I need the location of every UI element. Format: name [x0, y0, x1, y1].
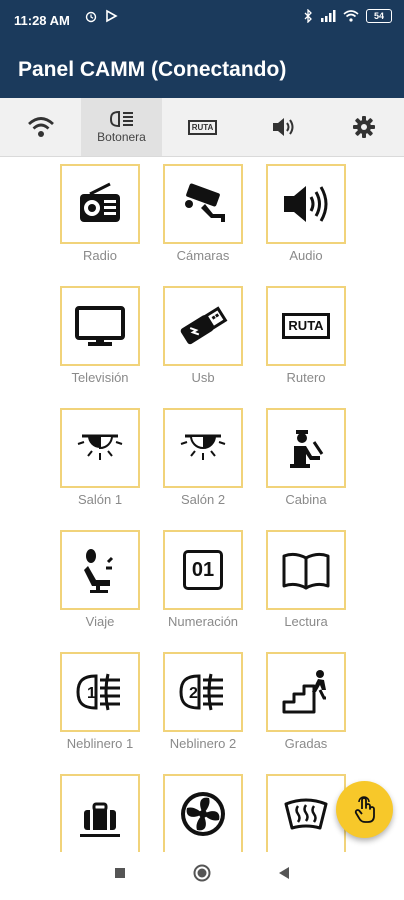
button-label: Numeración: [167, 614, 239, 629]
ruta-icon: RUTA: [282, 313, 330, 339]
defrost-icon: [284, 798, 328, 830]
ruta-badge: RUTA: [288, 318, 324, 333]
camera-icon: [185, 183, 225, 222]
tab-botonera[interactable]: Botonera: [81, 98, 162, 156]
tab-settings[interactable]: [324, 98, 404, 156]
button-label: Televisión: [71, 370, 129, 385]
btn-salon-1[interactable]: Salón 1: [48, 408, 152, 507]
tab-wifi[interactable]: [0, 98, 81, 156]
usb-icon: [180, 306, 228, 345]
speaker-icon: [284, 186, 328, 222]
button-label: Viaje: [85, 614, 115, 629]
touch-icon: [354, 795, 375, 823]
ceiling-lamp-icon: [180, 434, 226, 460]
home-icon: [193, 864, 211, 882]
book-icon: [282, 552, 330, 590]
ruta-badge: RUTA: [191, 122, 214, 132]
gear-icon: [353, 116, 375, 138]
number-icon: 01: [183, 550, 223, 590]
wifi-icon: [27, 117, 54, 137]
btn-rutero[interactable]: RUTA Rutero: [254, 286, 358, 385]
status-time: 11:28 AM: [14, 13, 70, 28]
btn-television[interactable]: Televisión: [48, 286, 152, 385]
button-label: Neblinero 2: [169, 736, 237, 751]
alarm-icon: [85, 11, 97, 23]
battery-level: 54: [373, 11, 384, 21]
play-store-icon: [106, 9, 118, 23]
fog-light-icon: 1: [76, 673, 120, 711]
btn-neblinero-2[interactable]: 2 Neblinero 2: [151, 652, 255, 751]
speaker-icon: [272, 118, 293, 136]
button-label: Salón 2: [180, 492, 226, 507]
btn-usb[interactable]: Usb: [151, 286, 255, 385]
btn-numeracion[interactable]: 01 Numeración: [151, 530, 255, 629]
btn-radio[interactable]: Radio: [48, 164, 152, 263]
home-button[interactable]: [193, 864, 211, 887]
btn-camaras[interactable]: Cámaras: [151, 164, 255, 263]
status-bar: 11:28 AM 54: [0, 0, 404, 40]
tab-ruta[interactable]: RUTA: [162, 98, 243, 156]
button-label: Salón 1: [77, 492, 123, 507]
tab-label: Botonera: [97, 130, 146, 144]
stairs-icon: [282, 670, 326, 714]
radio-icon: [80, 182, 120, 222]
button-grid: Radio Cámaras Audio Televisión Usb RUTA …: [0, 156, 404, 852]
system-nav-bar: [0, 852, 404, 900]
button-label: Lectura: [284, 614, 328, 629]
fog-light-icon: 2: [179, 673, 223, 711]
fog-number: 1: [87, 685, 96, 702]
btn-neblinero-1[interactable]: 1 Neblinero 1: [48, 652, 152, 751]
button-label: Neblinero 1: [66, 736, 134, 751]
tv-icon: [75, 306, 125, 346]
wifi-status-icon: [343, 10, 359, 22]
btn-ventilador[interactable]: [151, 774, 255, 852]
button-label: Radio: [83, 248, 117, 263]
btn-salon-2[interactable]: Salón 2: [151, 408, 255, 507]
fan-icon: [181, 792, 225, 836]
ceiling-lamp-icon: [77, 434, 123, 460]
btn-audio[interactable]: Audio: [254, 164, 358, 263]
button-label: Rutero: [286, 370, 326, 385]
headlight-icon: [109, 110, 133, 128]
button-label: Audio: [289, 248, 323, 263]
btn-gradas[interactable]: Gradas: [254, 652, 358, 751]
btn-equipaje[interactable]: [48, 774, 152, 852]
button-label: Cabina: [285, 492, 327, 507]
back-icon: [279, 867, 289, 879]
ruta-icon: RUTA: [187, 119, 218, 135]
btn-lectura[interactable]: Lectura: [254, 530, 358, 629]
battery-icon: 54: [366, 9, 392, 23]
tab-audio[interactable]: [243, 98, 324, 156]
recents-button[interactable]: [114, 866, 126, 884]
button-label: Cámaras: [176, 248, 230, 263]
page-title: Panel CAMM (Conectando): [18, 58, 287, 81]
app-bar: Panel CAMM (Conectando): [0, 40, 404, 98]
tab-bar: Botonera RUTA: [0, 98, 404, 157]
btn-viaje[interactable]: Viaje: [48, 530, 152, 629]
luggage-icon: [80, 802, 120, 837]
back-button[interactable]: [278, 866, 290, 885]
button-label: Gradas: [284, 736, 328, 751]
number-badge: 01: [191, 558, 215, 581]
bluetooth-icon: [304, 9, 312, 23]
signal-icon: [321, 10, 336, 22]
recents-icon: [115, 868, 125, 878]
btn-cabina[interactable]: Cabina: [254, 408, 358, 507]
driver-icon: [290, 430, 324, 468]
touch-fab-button[interactable]: [336, 781, 393, 838]
seat-icon: [84, 549, 114, 593]
fog-number: 2: [189, 685, 198, 702]
button-label: Usb: [191, 370, 215, 385]
